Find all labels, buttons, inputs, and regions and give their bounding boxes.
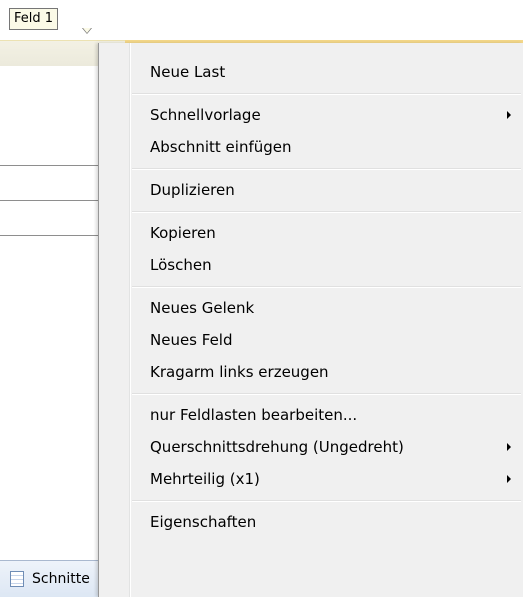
menu-item-neues-gelenk[interactable]: Neues Gelenk (99, 292, 523, 324)
application-window: Feld 1 Schnitte Neue Last Schnellvorlage A… (0, 0, 523, 597)
menu-item-eigenschaften[interactable]: Eigenschaften (99, 506, 523, 538)
menu-item-loeschen[interactable]: Löschen (99, 249, 523, 281)
menu-item-label: Löschen (150, 256, 212, 274)
submenu-arrow-icon (507, 475, 511, 483)
menu-item-list: Neue Last Schnellvorlage Abschnitt einfüge… (99, 56, 523, 538)
menu-separator (99, 388, 523, 399)
menu-item-label: Querschnittsdrehung (Ungedreht) (150, 438, 404, 456)
tooltip-text: Feld 1 (14, 11, 54, 26)
menu-item-kopieren[interactable]: Kopieren (99, 217, 523, 249)
menu-item-duplizieren[interactable]: Duplizieren (99, 174, 523, 206)
menu-item-label: Duplizieren (150, 181, 235, 199)
menu-separator (99, 281, 523, 292)
menu-item-label: Abschnitt einfügen (150, 138, 292, 156)
menu-item-label: Eigenschaften (150, 513, 257, 531)
menu-separator (99, 206, 523, 217)
menu-item-neue-last[interactable]: Neue Last (99, 56, 523, 88)
menu-item-label: Kopieren (150, 224, 216, 242)
menu-item-abschnitt-einfuegen[interactable]: Abschnitt einfügen (99, 131, 523, 163)
context-menu: Neue Last Schnellvorlage Abschnitt einfüge… (98, 43, 523, 597)
menu-item-kragarm-links-erzeugen[interactable]: Kragarm links erzeugen (99, 356, 523, 388)
canvas-line (0, 200, 100, 201)
tooltip-pointer-fill (83, 28, 91, 33)
table-icon (10, 571, 24, 587)
tab-schnitte[interactable]: Schnitte (0, 560, 98, 597)
canvas-line (0, 235, 100, 236)
menu-separator (99, 88, 523, 99)
tab-label: Schnitte (32, 571, 90, 587)
menu-item-label: Mehrteilig (x1) (150, 470, 260, 488)
menu-item-label: nur Feldlasten bearbeiten... (150, 406, 358, 424)
menu-separator (99, 495, 523, 506)
menu-item-schnellvorlage[interactable]: Schnellvorlage (99, 99, 523, 131)
menu-item-label: Neues Feld (150, 331, 233, 349)
menu-item-label: Schnellvorlage (150, 106, 261, 124)
menu-item-label: Neues Gelenk (150, 299, 255, 317)
submenu-arrow-icon (507, 443, 511, 451)
canvas-line (0, 165, 100, 166)
menu-item-label: Neue Last (150, 63, 226, 81)
menu-item-mehrteilig-x1[interactable]: Mehrteilig (x1) (99, 463, 523, 495)
menu-item-nur-feldlasten-bearbeiten[interactable]: nur Feldlasten bearbeiten... (99, 399, 523, 431)
menu-item-neues-feld[interactable]: Neues Feld (99, 324, 523, 356)
submenu-arrow-icon (507, 111, 511, 119)
menu-item-querschnittsdrehung-ungedreht[interactable]: Querschnittsdrehung (Ungedreht) (99, 431, 523, 463)
field-tooltip: Feld 1 (9, 8, 59, 30)
menu-separator (99, 163, 523, 174)
menu-item-label: Kragarm links erzeugen (150, 363, 329, 381)
